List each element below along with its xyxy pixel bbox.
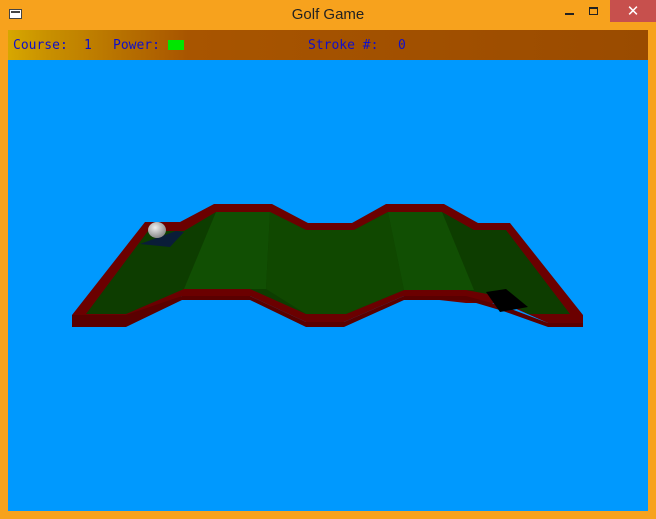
close-button[interactable]: ✕ — [610, 0, 656, 22]
course-number: 1 — [84, 38, 92, 53]
stroke-label: Stroke #: — [308, 38, 379, 53]
course-label: Course: — [13, 38, 68, 53]
minimize-icon — [564, 13, 574, 15]
power-meter — [168, 40, 184, 50]
game-window: Golf Game ✕ Course: 1 Power: Stroke #: 0 — [0, 0, 656, 519]
title-bar[interactable]: Golf Game ✕ — [0, 0, 656, 30]
wall-front-left — [72, 315, 126, 327]
stroke-count: 0 — [398, 38, 406, 53]
power-label: Power: — [113, 38, 160, 53]
maximize-button[interactable] — [579, 0, 607, 22]
maximize-icon — [588, 7, 598, 15]
close-icon: ✕ — [626, 1, 640, 20]
game-viewport[interactable]: Course: 1 Power: Stroke #: 0 — [8, 30, 648, 511]
hud-bar: Course: 1 Power: Stroke #: 0 — [8, 30, 648, 60]
golf-ball — [148, 222, 166, 238]
golf-course-scene — [72, 204, 583, 327]
